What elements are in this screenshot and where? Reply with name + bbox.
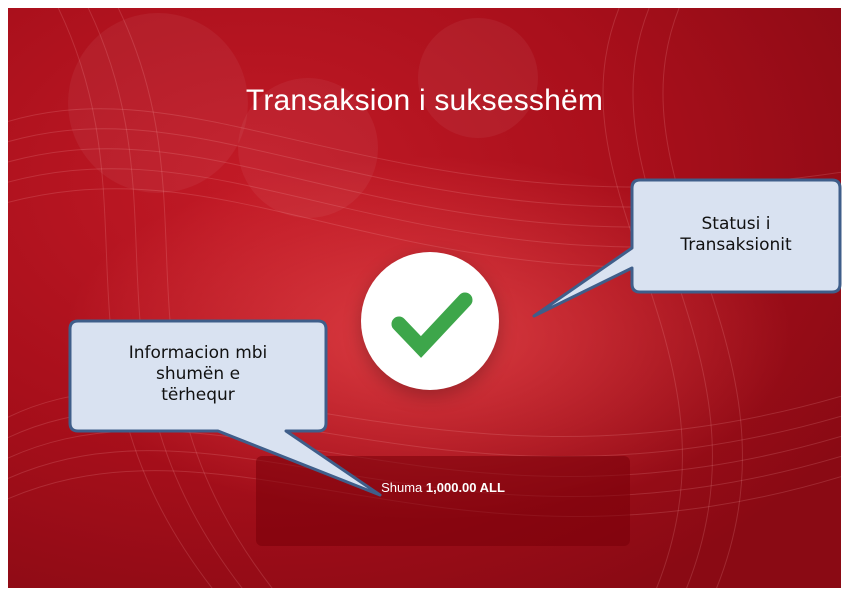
callout-status-text: Statusi i Transaksionit — [632, 214, 840, 256]
callout-status-line-2: Transaksionit — [680, 235, 792, 255]
callout-amount-line-2: shumën e — [155, 364, 241, 384]
callout-status-line-1: Statusi i — [701, 214, 771, 234]
callout-amount-text: Informacion mbi shumën e tërhequr — [70, 343, 326, 406]
callout-transaction-status: Statusi i Transaksionit — [530, 178, 842, 318]
callout-amount-info: Informacion mbi shumën e tërhequr — [68, 319, 388, 499]
callout-amount-line-1: Informacion mbi — [128, 343, 268, 363]
callout-amount-line-3: tërhequr — [161, 385, 235, 405]
amount-value: 1,000.00 ALL — [425, 480, 505, 495]
screen-title: Transaksion i suksesshëm — [245, 84, 604, 117]
